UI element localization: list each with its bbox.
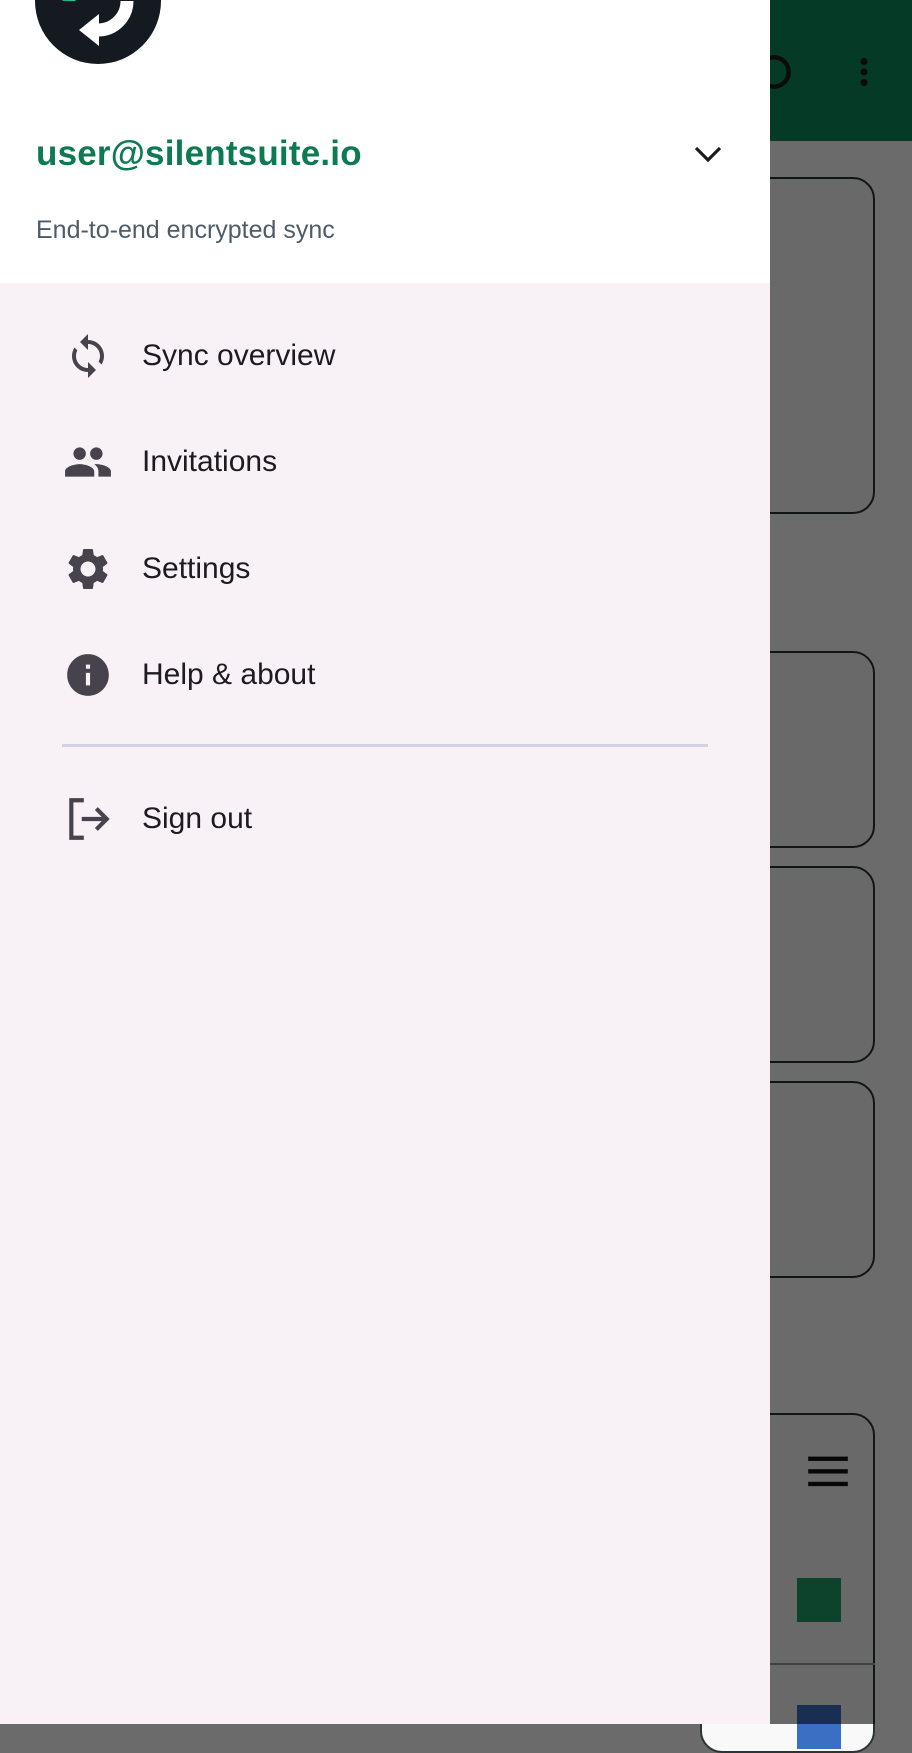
nav-item-label: Invitations: [142, 445, 278, 478]
nav-item-help-about[interactable]: Help & about: [40, 629, 720, 721]
logout-icon: [40, 773, 136, 865]
nav-item-label: Help & about: [142, 658, 316, 691]
nav-item-invitations[interactable]: Invitations: [40, 416, 720, 508]
nav-item-label: Sign out: [142, 802, 253, 835]
chevron-down-icon: [694, 146, 722, 163]
nav-item-sync-overview[interactable]: Sync overview: [40, 310, 720, 402]
nav-item-label: Sync overview: [142, 339, 336, 372]
drawer-divider: [62, 744, 708, 747]
account-switcher-button[interactable]: [686, 136, 730, 172]
app-logo-icon: [35, 0, 161, 64]
nav-item-label: Settings: [142, 552, 251, 585]
gear-icon: [40, 523, 136, 615]
navigation-drawer: user@silentsuite.io End-to-end encrypted…: [0, 0, 770, 1724]
people-icon: [40, 416, 136, 508]
account-email: user@silentsuite.io: [36, 134, 362, 173]
info-icon: [40, 629, 136, 721]
account-subtitle: End-to-end encrypted sync: [36, 216, 335, 244]
nav-item-sign-out[interactable]: Sign out: [40, 773, 720, 865]
drawer-header: user@silentsuite.io End-to-end encrypted…: [0, 0, 770, 283]
nav-item-settings[interactable]: Settings: [40, 523, 720, 615]
sync-icon: [40, 310, 136, 402]
